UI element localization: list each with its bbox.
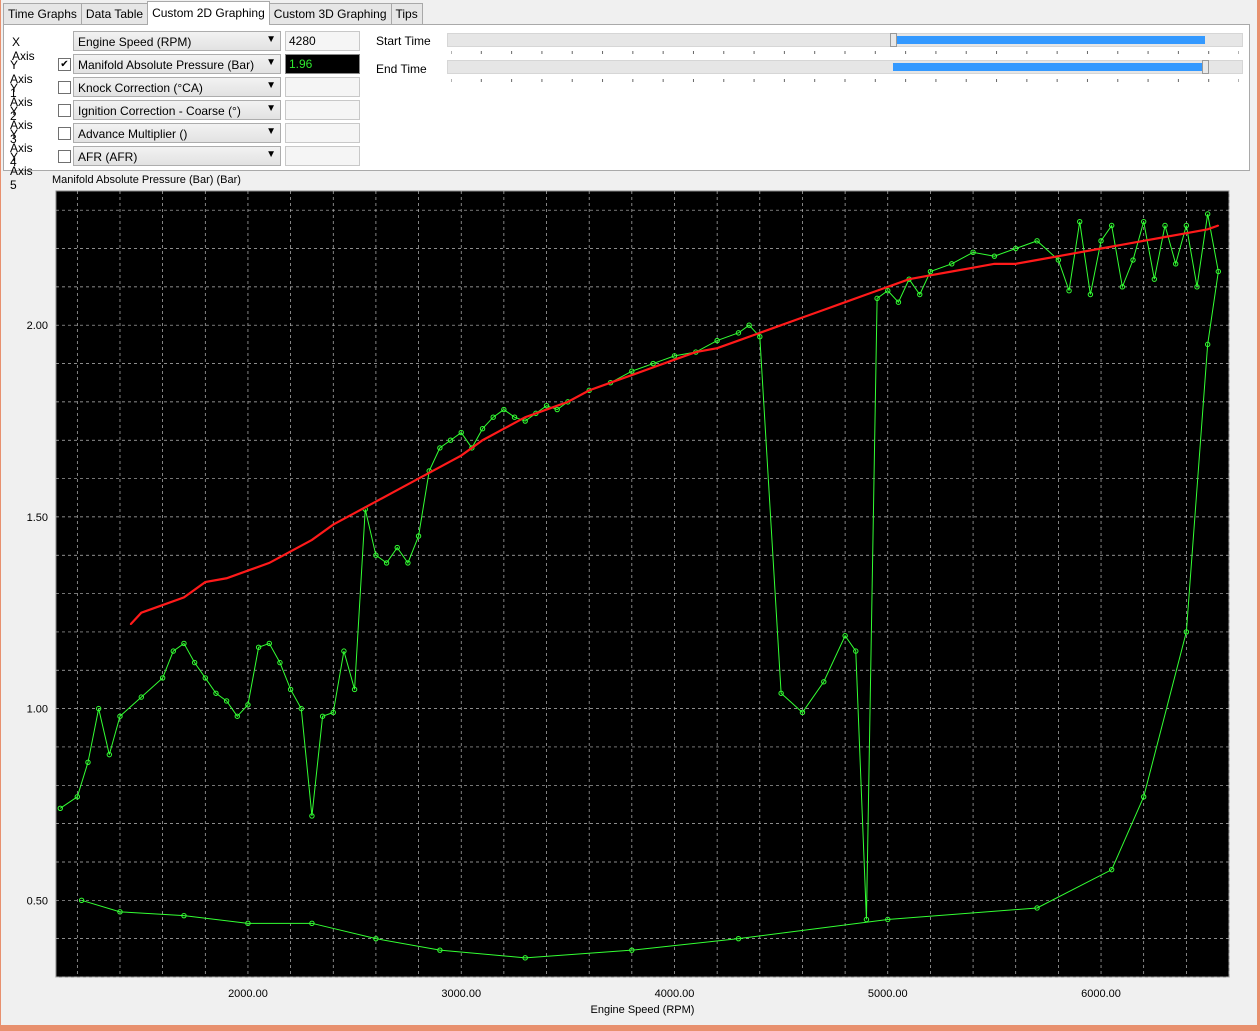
series-point-red (844, 301, 846, 303)
series-point-red (673, 358, 676, 361)
series-point-red (652, 366, 654, 369)
x-tick-label: 2000.00 (228, 988, 268, 1000)
series-point-red (801, 316, 804, 319)
series-point-red (524, 416, 526, 419)
series-point-red (140, 611, 143, 614)
series-point-red (311, 539, 313, 541)
series-point-red (1078, 251, 1081, 254)
series-point-red (737, 339, 740, 342)
series-point-red (161, 604, 164, 606)
series-point-red (1164, 236, 1166, 238)
chart-area: 2000.00 3000.00 4000.00 5000.00 6000.00 0.50 1… (27, 190, 1230, 1016)
tab-custom-2d-graphing[interactable]: Custom 2D Graphing (147, 1, 270, 25)
series-point-red (908, 278, 910, 280)
series-point-red (1142, 240, 1145, 242)
series-point-red (865, 293, 868, 296)
series-point-red (332, 523, 335, 526)
series-point-red (225, 577, 228, 580)
series-point-red (289, 550, 292, 553)
series-point-red (417, 477, 420, 480)
x-tick-label: 3000.00 (441, 988, 481, 1000)
series-point-red (439, 466, 441, 468)
series-point-red (993, 263, 996, 265)
series-point-red (1100, 247, 1102, 250)
y-tick-label: 1.00 (27, 704, 48, 716)
series-point-red (503, 427, 505, 430)
series-point-red (780, 324, 782, 326)
x-tick-label: 5000.00 (868, 988, 908, 1000)
series-point-red (481, 439, 484, 442)
plot-background (55, 190, 1230, 978)
series-point-red (1185, 232, 1188, 234)
series-point-red (183, 596, 185, 599)
series-point-red (1206, 228, 1209, 231)
y-tick-label: 2.00 (27, 320, 48, 332)
series-point-red (545, 408, 548, 411)
series-point-red (695, 351, 697, 353)
series-point-red (950, 270, 953, 273)
series-point-red (759, 332, 761, 334)
series-point-red (822, 309, 825, 311)
series-point-red (353, 512, 356, 514)
series-point-red (268, 562, 271, 564)
series-point-red (460, 454, 463, 457)
series-point-red (396, 489, 399, 491)
series-point-red (204, 581, 207, 583)
y-tick-label: 0.50 (27, 895, 48, 907)
series-point-red (1036, 259, 1038, 261)
x-axis-title: Engine Speed (RPM) (591, 1004, 695, 1016)
series-point-red (1057, 255, 1060, 257)
series-point-red (716, 347, 718, 350)
series-point-red (1121, 243, 1124, 246)
series-point-red (972, 266, 974, 269)
series-point-red (609, 381, 612, 384)
series-point-red (929, 274, 932, 277)
series-point-red (247, 569, 249, 572)
x-tick-label: 6000.00 (1081, 988, 1121, 1000)
series-point-red (129, 623, 132, 626)
series-point-red (886, 286, 889, 288)
series-point-red (631, 374, 633, 376)
series-point-red (375, 500, 377, 503)
y-tick-label: 1.50 (27, 512, 48, 524)
x-tick-label: 4000.00 (655, 988, 695, 1000)
series-point-red (567, 401, 569, 403)
series-point-red (1217, 224, 1220, 227)
series-point-red (588, 389, 590, 392)
series-point-red (1014, 263, 1017, 265)
